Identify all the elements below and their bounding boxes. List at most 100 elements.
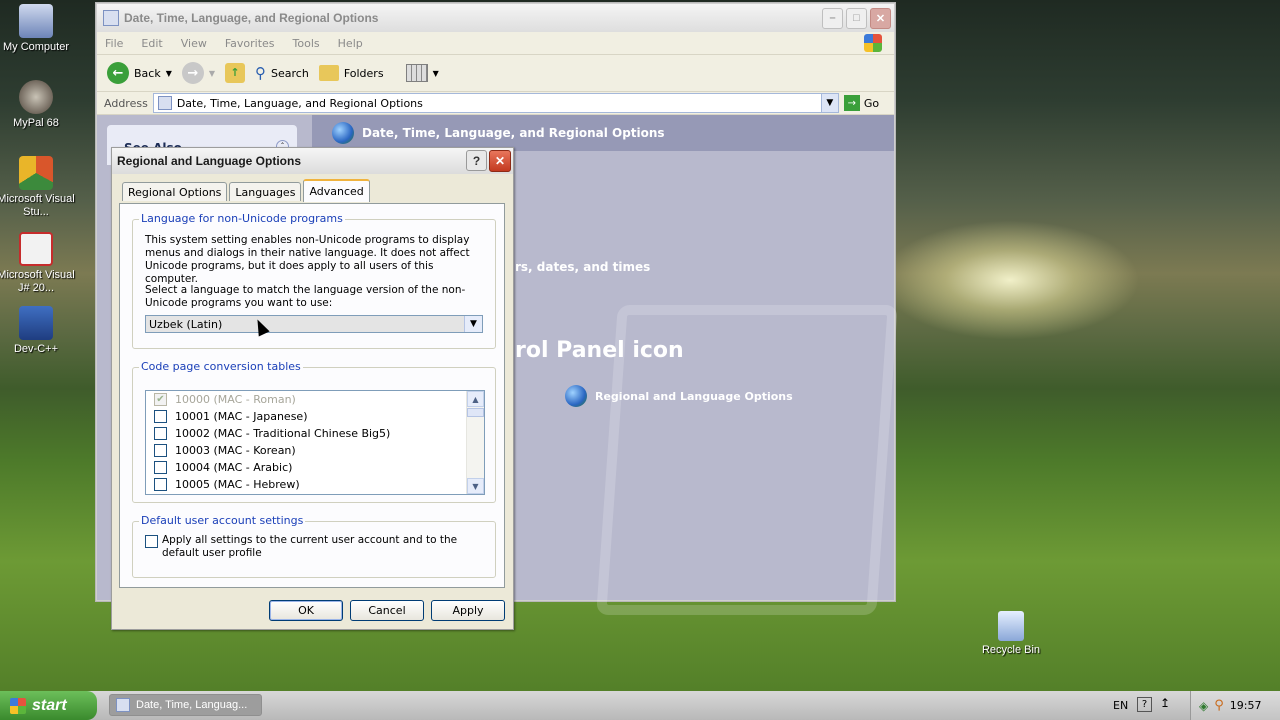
list-item: ✔ 10000 (MAC - Roman) <box>146 391 484 408</box>
chevron-down-icon: ▼ <box>165 68 172 78</box>
tab-languages[interactable]: Languages <box>229 182 302 201</box>
code-page-group: Code page conversion tables ✔ 10000 (MAC… <box>132 360 496 503</box>
recycle-bin-icon <box>998 611 1024 641</box>
desktop-icon-visual-studio[interactable]: Microsoft Visual Stu... <box>0 156 76 219</box>
scroll-down-arrow-icon[interactable]: ▼ <box>467 478 484 494</box>
address-field[interactable]: Date, Time, Language, and Regional Optio… <box>152 93 839 113</box>
language-select[interactable]: Uzbek (Latin) ▼ <box>145 315 483 333</box>
menu-favorites[interactable]: Favorites <box>225 37 275 50</box>
checkbox[interactable] <box>154 444 167 457</box>
desktop-icon-my-computer[interactable]: My Computer <box>0 4 76 54</box>
scroll-up-arrow-icon[interactable]: ▲ <box>467 391 484 407</box>
list-item[interactable]: 10005 (MAC - Hebrew) <box>146 476 484 493</box>
list-item-label: 10004 (MAC - Arabic) <box>175 461 293 474</box>
scroll-thumb[interactable] <box>467 408 484 417</box>
visual-studio-icon <box>19 156 53 190</box>
dev-cpp-icon <box>19 306 53 340</box>
tab-regional-options[interactable]: Regional Options <box>122 182 228 201</box>
desktop-icon-recycle-bin[interactable]: Recycle Bin <box>971 611 1051 657</box>
dialog-title: Regional and Language Options <box>117 154 302 168</box>
back-arrow-icon: ← <box>107 62 129 84</box>
menu-edit[interactable]: Edit <box>141 37 162 50</box>
list-item[interactable]: 10001 (MAC - Japanese) <box>146 408 484 425</box>
taskbar: start Date, Time, Languag... EN ? ↥ ◈ ⚲ … <box>0 691 1280 720</box>
menu-help[interactable]: Help <box>338 37 363 50</box>
regional-options-link[interactable]: Regional and Language Options <box>565 385 793 407</box>
language-select-value: Uzbek (Latin) <box>149 317 223 331</box>
taskbar-item-explorer[interactable]: Date, Time, Languag... <box>109 694 262 716</box>
dialog-close-button[interactable]: ✕ <box>489 150 511 172</box>
forward-arrow-icon: → <box>181 62 204 84</box>
task-link-text[interactable]: rs, dates, and times <box>515 260 650 274</box>
maximize-button[interactable]: □ <box>846 7 867 29</box>
minimize-button[interactable]: – <box>822 7 843 29</box>
desktop-icon-mypal[interactable]: MyPal 68 <box>0 80 76 130</box>
tab-advanced[interactable]: Advanced <box>303 179 370 202</box>
menu-tools[interactable]: Tools <box>293 37 320 50</box>
cancel-button[interactable]: Cancel <box>350 600 424 621</box>
go-button[interactable]: → Go <box>843 95 879 111</box>
start-button[interactable]: start <box>0 691 97 720</box>
tab-strip: Regional Options Languages Advanced <box>122 179 370 202</box>
checkbox[interactable] <box>154 410 167 423</box>
checkbox[interactable] <box>154 461 167 474</box>
sky-glow <box>880 220 1140 340</box>
desktop-icon-label: Recycle Bin <box>981 644 1041 656</box>
apply-default-checkbox[interactable] <box>145 535 158 548</box>
folders-button[interactable]: Folders <box>318 65 384 81</box>
group-title: Language for non-Unicode programs <box>139 212 345 225</box>
list-item-label: 10000 (MAC - Roman) <box>175 393 296 406</box>
help-button[interactable]: ? <box>466 150 487 171</box>
apply-button[interactable]: Apply <box>431 600 505 621</box>
address-dropdown-button[interactable]: ▼ <box>820 94 838 112</box>
explorer-titlebar[interactable]: Date, Time, Language, and Regional Optio… <box>97 4 894 32</box>
back-button[interactable]: ← Back ▼ <box>107 62 172 84</box>
desktop-icon-label: Microsoft Visual J# 20... <box>0 269 75 294</box>
safely-remove-icon[interactable]: ↥ <box>1160 696 1170 710</box>
checkbox[interactable] <box>154 427 167 440</box>
back-label: Back <box>134 66 161 80</box>
checkbox[interactable] <box>154 478 167 491</box>
globe-icon <box>332 122 354 144</box>
help-icon[interactable]: ? <box>1137 697 1152 712</box>
list-item-label: 10003 (MAC - Korean) <box>175 444 296 457</box>
up-button[interactable]: ↑ <box>225 63 246 83</box>
views-icon <box>405 64 428 82</box>
search-tray-icon[interactable]: ⚲ <box>1214 698 1224 713</box>
default-user-group: Default user account settings Apply all … <box>132 514 496 578</box>
search-icon: ⚲ <box>255 64 267 82</box>
list-item[interactable]: 10003 (MAC - Korean) <box>146 442 484 459</box>
close-button[interactable]: ✕ <box>870 7 891 29</box>
category-header: Date, Time, Language, and Regional Optio… <box>312 115 894 151</box>
code-page-list[interactable]: ✔ 10000 (MAC - Roman) 10001 (MAC - Japan… <box>145 390 485 495</box>
menu-bar: File Edit View Favorites Tools Help <box>97 32 894 55</box>
category-header-title: Date, Time, Language, and Regional Optio… <box>362 126 665 140</box>
menu-view[interactable]: View <box>181 37 207 50</box>
desktop-icon-visual-jsharp[interactable]: Microsoft Visual J# 20... <box>0 232 76 295</box>
address-value: Date, Time, Language, and Regional Optio… <box>176 96 423 110</box>
desktop-icon-label: MyPal 68 <box>13 117 59 129</box>
views-button[interactable]: ▼ <box>405 64 439 82</box>
group-title: Default user account settings <box>139 514 306 527</box>
desktop-icon-label: Microsoft Visual Stu... <box>0 193 75 218</box>
start-label: start <box>32 696 67 714</box>
computer-icon <box>19 4 53 38</box>
regional-language-dialog: Regional and Language Options ? ✕ Region… <box>111 147 514 630</box>
menu-file[interactable]: File <box>105 37 123 50</box>
chevron-down-icon[interactable]: ▼ <box>464 316 482 332</box>
control-panel-icon <box>103 10 119 26</box>
desktop-icon-label: Dev-C++ <box>13 343 59 355</box>
advanced-panel: Language for non-Unicode programs This s… <box>119 203 505 588</box>
dialog-titlebar[interactable]: Regional and Language Options ? ✕ <box>112 148 513 174</box>
list-item[interactable]: 10002 (MAC - Traditional Chinese Big5) <box>146 425 484 442</box>
desktop-icon-dev-cpp[interactable]: Dev-C++ <box>0 306 76 356</box>
language-indicator[interactable]: EN <box>1113 699 1128 712</box>
toolbar: ← Back ▼ → ▼ ↑ ⚲ Search Folders ▼ <box>97 55 894 92</box>
scrollbar[interactable]: ▲ ▼ <box>466 391 484 494</box>
search-button[interactable]: ⚲ Search <box>255 64 309 82</box>
folders-icon <box>318 65 339 81</box>
list-item[interactable]: 10004 (MAC - Arabic) <box>146 459 484 476</box>
forward-button[interactable]: → ▼ <box>181 62 215 84</box>
network-icon[interactable]: ◈ <box>1199 699 1208 713</box>
ok-button[interactable]: OK <box>269 600 343 621</box>
